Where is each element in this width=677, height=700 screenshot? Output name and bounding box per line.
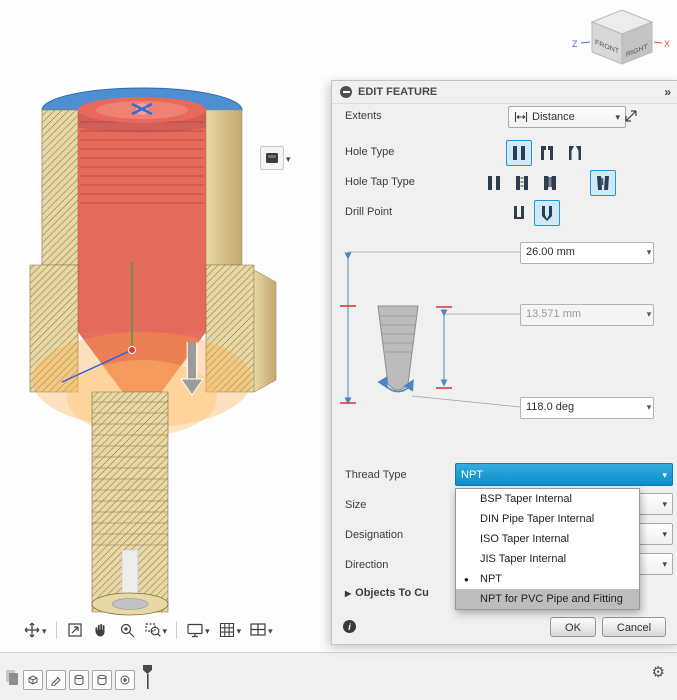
cancel-button[interactable]: Cancel <box>602 617 666 637</box>
drill-point-label: Drill Point <box>345 206 393 218</box>
timeline-feature-cylinder-icon[interactable] <box>92 669 112 690</box>
leader-angle <box>411 395 521 408</box>
flange-face-right[interactable] <box>253 269 277 393</box>
fit-caret-icon[interactable] <box>163 621 168 639</box>
hole-preview-bore[interactable] <box>78 110 206 332</box>
extents-label: Extents <box>345 110 382 122</box>
hole-type-simple-button[interactable] <box>506 140 532 166</box>
3d-model[interactable] <box>28 80 278 628</box>
menu-item-jis-taper-internal[interactable]: JIS Taper Internal <box>456 549 639 569</box>
expand-panel-icon[interactable] <box>664 85 670 99</box>
view-cube[interactable]: FRONT RIGHT Z X <box>570 2 674 68</box>
dialog-title: EDIT FEATURE <box>358 86 438 98</box>
display-mode-widget[interactable] <box>260 146 291 170</box>
grid-snaps-button[interactable] <box>215 619 245 641</box>
toolbar-divider <box>55 621 57 639</box>
timeline-row <box>4 664 154 695</box>
disclosure-triangle-icon[interactable] <box>345 583 351 604</box>
depth-field[interactable]: 26.00 mm <box>520 242 654 264</box>
model-wall-right[interactable] <box>205 109 243 266</box>
thread-type-caret-icon <box>662 469 667 481</box>
viewports-caret-icon[interactable] <box>268 621 273 639</box>
display-mode-caret-icon[interactable] <box>286 149 291 167</box>
z-axis-tick <box>580 41 591 44</box>
hole-type-counterbore-button[interactable] <box>534 140 560 166</box>
radio-selected-icon <box>464 569 469 589</box>
menu-item-bsp-taper-internal[interactable]: BSP Taper Internal <box>456 489 639 509</box>
timeline-feature-sketch-icon[interactable] <box>46 669 66 690</box>
menu-item-npt[interactable]: NPT <box>456 569 639 589</box>
point-angle-field[interactable]: 118.0 deg <box>520 397 654 419</box>
toolbar-divider <box>176 621 178 639</box>
extents-select[interactable]: Distance <box>508 106 626 128</box>
x-axis-label: X <box>664 39 670 49</box>
designation-label: Designation <box>345 529 404 541</box>
dialog-header[interactable]: EDIT FEATURE <box>332 81 677 104</box>
display-settings-button[interactable] <box>183 619 213 641</box>
display-mode-icon[interactable] <box>260 146 284 170</box>
info-icon[interactable] <box>343 620 356 633</box>
distance-extent-icon <box>514 112 528 122</box>
hole-tap-type-label: Hole Tap Type <box>345 176 415 188</box>
look-at-button[interactable] <box>63 619 87 641</box>
timeline-feature-box-icon[interactable] <box>23 669 43 690</box>
z-axis-label: Z <box>572 39 578 49</box>
depth-field-caret-icon[interactable] <box>643 242 655 262</box>
direction-caret-icon <box>662 558 667 570</box>
timeline-feature-hole-icon[interactable] <box>115 669 135 690</box>
tap-type-simple-button[interactable] <box>481 170 507 196</box>
hole-dimension-diagram <box>340 251 521 408</box>
designation-caret-icon <box>662 528 667 540</box>
grid-caret-icon[interactable] <box>237 621 242 639</box>
menu-item-din-pipe-taper-internal[interactable]: DIN Pipe Taper Internal <box>456 509 639 529</box>
model-section-wall-left[interactable] <box>41 109 79 266</box>
origin-point[interactable] <box>128 346 136 354</box>
objects-to-cut-section[interactable]: Objects To Cu <box>345 583 429 603</box>
hole-type-label: Hole Type <box>345 146 395 158</box>
ok-button[interactable]: OK <box>550 617 596 637</box>
hole-type-countersink-button[interactable] <box>562 140 588 166</box>
menu-item-npt-for-pvc[interactable]: NPT for PVC Pipe and Fitting <box>456 589 639 609</box>
hole-profile <box>377 305 419 391</box>
angle-field-caret-icon[interactable] <box>643 397 655 417</box>
tap-type-taper-tapped-button[interactable] <box>590 170 616 196</box>
menu-item-iso-taper-internal[interactable]: ISO Taper Internal <box>456 529 639 549</box>
drill-point-angle-button[interactable] <box>534 200 560 226</box>
feature-dot-icon <box>340 86 352 98</box>
navigation-toolbar <box>20 616 276 644</box>
display-settings-caret-icon[interactable] <box>205 621 210 639</box>
menu-item-npt-label: NPT <box>480 573 502 585</box>
tap-drill-diameter-field: 13.571 mm <box>520 304 654 326</box>
zoom-button[interactable] <box>115 619 139 641</box>
objects-to-cut-label: Objects To Cu <box>355 587 429 599</box>
x-axis-tick <box>653 41 663 44</box>
thread-type-menu: BSP Taper Internal DIN Pipe Taper Intern… <box>455 488 640 610</box>
extents-value: Distance <box>532 111 575 123</box>
timeline-history-icon[interactable] <box>4 667 20 692</box>
pipe-bottom-bore <box>111 598 149 610</box>
timeline-feature-cylinder-icon[interactable] <box>69 669 89 690</box>
pan-button[interactable] <box>89 619 113 641</box>
size-label: Size <box>345 499 367 511</box>
size-caret-icon <box>662 498 667 510</box>
flip-direction-icon[interactable] <box>620 105 642 127</box>
direction-label: Direction <box>345 559 389 571</box>
fit-zoom-window-button[interactable] <box>141 619 171 641</box>
tap-type-tapped-button[interactable] <box>537 170 563 196</box>
timeline-position-marker[interactable] <box>142 664 154 695</box>
drill-point-flat-button[interactable] <box>506 200 532 226</box>
thread-type-select[interactable]: NPT <box>455 463 673 486</box>
orbit-caret-icon[interactable] <box>42 621 47 639</box>
viewports-button[interactable] <box>246 619 276 641</box>
tap-drill-field-caret-icon <box>643 304 655 324</box>
timeline-bar <box>0 652 677 700</box>
thread-type-value: NPT <box>461 468 483 481</box>
timeline-settings-gear-icon[interactable] <box>652 665 665 680</box>
orbit-button[interactable] <box>20 619 50 641</box>
tap-type-clearance-button[interactable] <box>509 170 535 196</box>
thread-type-label: Thread Type <box>345 469 407 481</box>
